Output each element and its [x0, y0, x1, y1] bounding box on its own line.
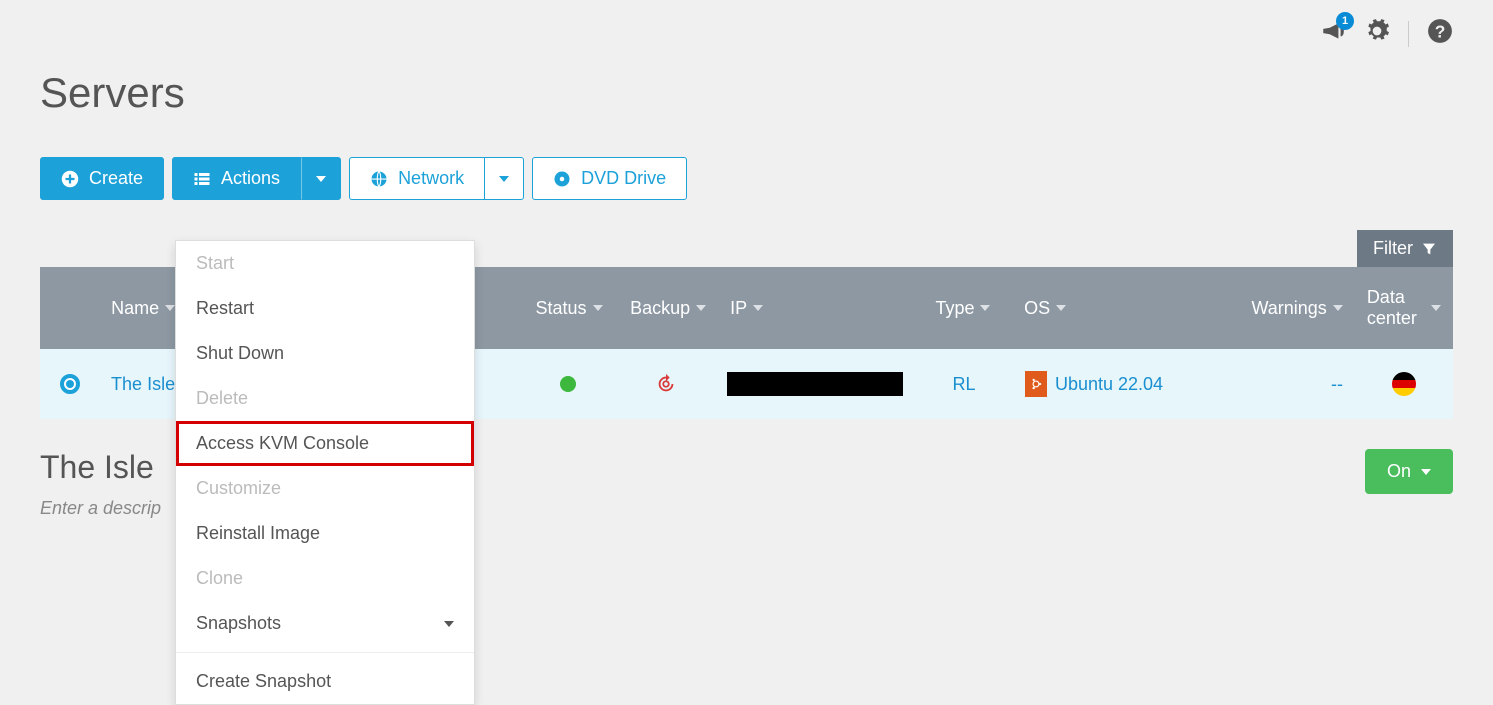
disc-icon	[553, 170, 571, 188]
col-type[interactable]: Type	[914, 267, 1012, 349]
network-button[interactable]: Network	[349, 157, 484, 200]
globe-icon	[370, 170, 388, 188]
actions-button[interactable]: Actions	[172, 157, 301, 200]
flag-germany-icon	[1392, 372, 1416, 396]
sort-icon	[1431, 305, 1441, 311]
create-label: Create	[89, 168, 143, 189]
os-link[interactable]: Ubuntu 22.04	[1055, 374, 1163, 395]
status-running-icon	[560, 376, 576, 392]
menu-delete: Delete	[176, 376, 474, 421]
menu-restart[interactable]: Restart	[176, 286, 474, 331]
actions-label: Actions	[221, 168, 280, 189]
col-status[interactable]: Status	[520, 267, 618, 349]
backup-restore-icon[interactable]	[655, 373, 677, 395]
col-os[interactable]: OS	[1012, 267, 1227, 349]
notification-badge: 1	[1336, 12, 1354, 30]
svg-text:?: ?	[1435, 22, 1446, 42]
help-icon[interactable]: ?	[1427, 18, 1453, 49]
row-radio[interactable]	[60, 374, 80, 394]
page-title: Servers	[40, 69, 1453, 117]
ip-redacted	[727, 372, 903, 396]
details-title: The Isle	[40, 449, 161, 486]
sort-icon	[1056, 305, 1066, 311]
sort-icon	[696, 305, 706, 311]
sort-icon	[753, 305, 763, 311]
sort-icon	[980, 305, 990, 311]
dvd-label: DVD Drive	[581, 168, 666, 189]
sort-icon	[165, 305, 175, 311]
plus-circle-icon	[61, 170, 79, 188]
col-select	[40, 267, 99, 349]
filter-label: Filter	[1373, 238, 1413, 259]
network-caret[interactable]	[484, 157, 524, 200]
server-name-link[interactable]: The Isle	[111, 374, 175, 395]
divider	[1408, 21, 1409, 47]
menu-reinstall[interactable]: Reinstall Image	[176, 511, 474, 556]
announcements-icon[interactable]: 1	[1320, 18, 1346, 49]
actions-caret[interactable]	[301, 157, 341, 200]
network-label: Network	[398, 168, 464, 189]
power-state-button[interactable]: On	[1365, 449, 1453, 494]
menu-customize: Customize	[176, 466, 474, 511]
list-icon	[193, 170, 211, 188]
type-link[interactable]: RL	[952, 374, 975, 395]
power-label: On	[1387, 461, 1411, 482]
warnings-value: --	[1331, 374, 1343, 395]
actions-dropdown: Start Restart Shut Down Delete Access KV…	[175, 240, 475, 705]
menu-snapshots[interactable]: Snapshots	[176, 601, 474, 646]
dvd-button[interactable]: DVD Drive	[532, 157, 687, 200]
toolbar: Create Actions Network DVD Drive	[40, 157, 1453, 200]
chevron-down-icon	[444, 621, 454, 627]
ubuntu-icon	[1025, 371, 1047, 397]
chevron-down-icon	[316, 176, 326, 182]
gear-icon[interactable]	[1364, 18, 1390, 49]
menu-clone: Clone	[176, 556, 474, 601]
col-backup[interactable]: Backup	[618, 267, 718, 349]
funnel-icon	[1421, 241, 1437, 257]
col-ip[interactable]: IP	[718, 267, 914, 349]
menu-kvm-console[interactable]: Access KVM Console	[176, 421, 474, 466]
menu-separator	[176, 652, 474, 653]
menu-create-snapshot[interactable]: Create Snapshot	[176, 659, 474, 704]
col-warnings[interactable]: Warnings	[1227, 267, 1354, 349]
menu-shutdown[interactable]: Shut Down	[176, 331, 474, 376]
chevron-down-icon	[1421, 469, 1431, 475]
sort-icon	[1333, 305, 1343, 311]
menu-start: Start	[176, 241, 474, 286]
create-button[interactable]: Create	[40, 157, 164, 200]
col-datacenter[interactable]: Data center	[1355, 267, 1453, 349]
filter-button[interactable]: Filter	[1357, 230, 1453, 267]
chevron-down-icon	[499, 176, 509, 182]
description-input[interactable]: Enter a descrip	[40, 498, 161, 519]
sort-icon	[593, 305, 603, 311]
